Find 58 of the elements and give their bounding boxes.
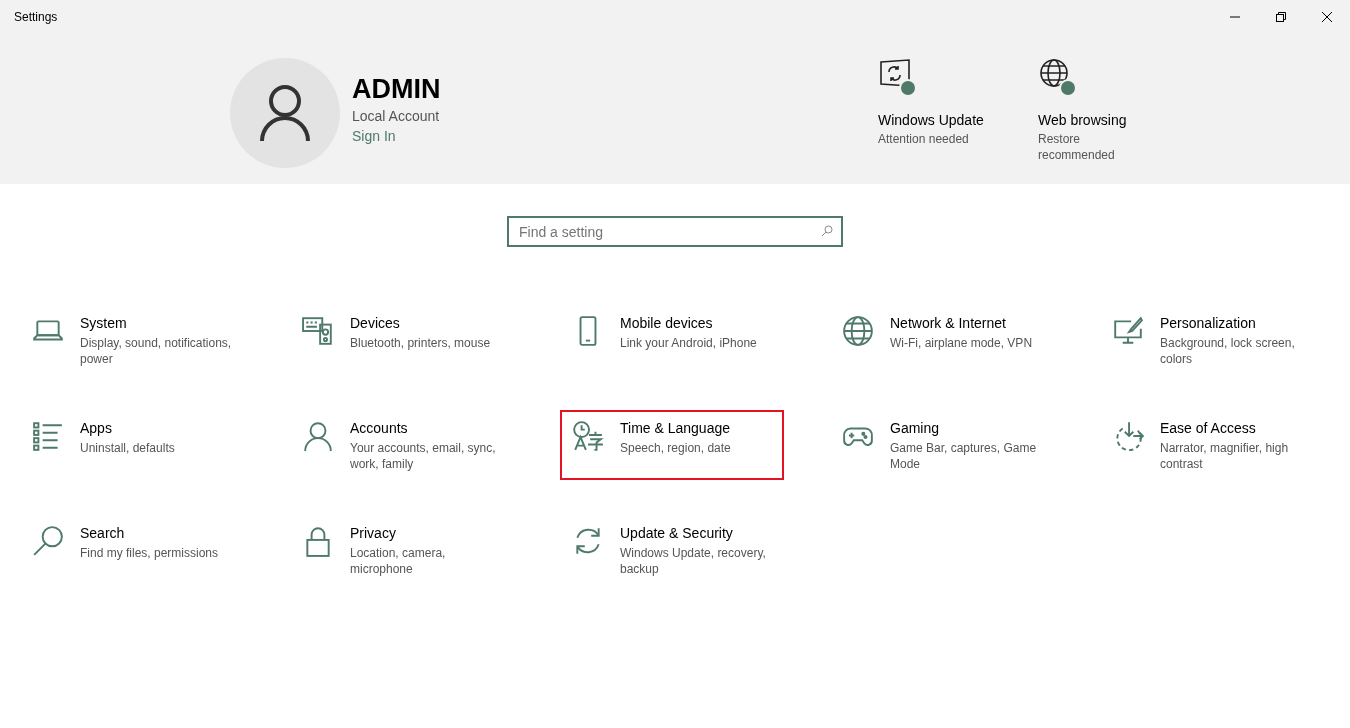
status-title: Web browsing bbox=[1038, 112, 1128, 128]
restore-icon bbox=[1276, 12, 1286, 22]
category-subtitle: Windows Update, recovery, backup bbox=[620, 545, 767, 577]
clock-letter-icon bbox=[572, 420, 604, 452]
account-type: Local Account bbox=[352, 108, 441, 124]
category-title: Personalization bbox=[1160, 315, 1257, 331]
window-title: Settings bbox=[14, 10, 58, 24]
category-title: Search bbox=[80, 525, 126, 541]
category-subtitle: Game Bar, captures, Game Mode bbox=[890, 440, 1038, 472]
close-icon bbox=[1322, 12, 1332, 22]
category-subtitle: Location, camera, microphone bbox=[350, 545, 447, 577]
status-subtitle: Restore recommended bbox=[1038, 131, 1116, 163]
category-title: Ease of Access bbox=[1160, 420, 1257, 436]
category-title: Network & Internet bbox=[890, 315, 1007, 331]
category-subtitle: Uninstall, defaults bbox=[80, 440, 175, 456]
settings-category[interactable]: Privacy Location, camera, microphone bbox=[290, 515, 514, 585]
search-icon bbox=[821, 225, 833, 237]
settings-category[interactable]: Accounts Your accounts, email, sync, work, family bbox=[290, 410, 514, 480]
settings-category[interactable]: Network & Internet Wi-Fi, airplane mode, VPN bbox=[830, 305, 1054, 375]
category-subtitle: Speech, region, date bbox=[620, 440, 731, 456]
category-title: Mobile devices bbox=[620, 315, 714, 331]
settings-category[interactable]: Update & Security Windows Update, recovery, backup bbox=[560, 515, 784, 585]
globe-icon bbox=[842, 315, 874, 347]
settings-category[interactable]: Apps Uninstall, defaults bbox=[20, 410, 244, 480]
category-subtitle: Find my files, permissions bbox=[80, 545, 219, 561]
category-title: Privacy bbox=[350, 525, 397, 541]
search-icon bbox=[32, 525, 64, 557]
settings-category[interactable]: Ease of Access Narrator, magnifier, high contrast bbox=[1100, 410, 1324, 480]
account-name: ADMIN bbox=[352, 73, 441, 106]
category-title: Gaming bbox=[890, 420, 941, 436]
monitor-brush-icon bbox=[1112, 315, 1144, 347]
status-subtitle: Attention needed bbox=[878, 131, 970, 147]
list-icon bbox=[32, 420, 64, 452]
search-field[interactable]: Find a setting bbox=[507, 216, 843, 247]
category-title: Apps bbox=[80, 420, 113, 436]
settings-category[interactable]: Gaming Game Bar, captures, Game Mode bbox=[830, 410, 1054, 480]
category-subtitle: Display, sound, notifications, power bbox=[80, 335, 232, 367]
category-subtitle: Wi-Fi, airplane mode, VPN bbox=[890, 335, 1033, 351]
settings-category[interactable]: Time & Language Speech, region, date bbox=[560, 410, 784, 480]
sign-in-link[interactable]: Sign In bbox=[352, 128, 441, 144]
person-icon bbox=[302, 420, 334, 452]
category-subtitle: Bluetooth, printers, mouse bbox=[350, 335, 491, 351]
category-subtitle: Background, lock screen, colors bbox=[1160, 335, 1296, 367]
keyboard-speaker-icon bbox=[302, 315, 334, 347]
category-title: Time & Language bbox=[620, 420, 731, 436]
status-title: Windows Update bbox=[878, 112, 985, 128]
category-title: Devices bbox=[350, 315, 401, 331]
category-subtitle: Your accounts, email, sync, work, family bbox=[350, 440, 497, 472]
category-title: Accounts bbox=[350, 420, 409, 436]
settings-category[interactable]: Personalization Background, lock screen, colors bbox=[1100, 305, 1324, 375]
category-subtitle: Link your Android, iPhone bbox=[620, 335, 757, 351]
settings-category[interactable]: Mobile devices Link your Android, iPhone bbox=[560, 305, 784, 375]
category-title: System bbox=[80, 315, 128, 331]
category-title: Update & Security bbox=[620, 525, 734, 541]
category-subtitle: Narrator, magnifier, high contrast bbox=[1160, 440, 1290, 472]
settings-category[interactable]: Devices Bluetooth, printers, mouse bbox=[290, 305, 514, 375]
settings-category[interactable]: Search Find my files, permissions bbox=[20, 515, 244, 585]
settings-category[interactable]: System Display, sound, notifications, power bbox=[20, 305, 244, 375]
